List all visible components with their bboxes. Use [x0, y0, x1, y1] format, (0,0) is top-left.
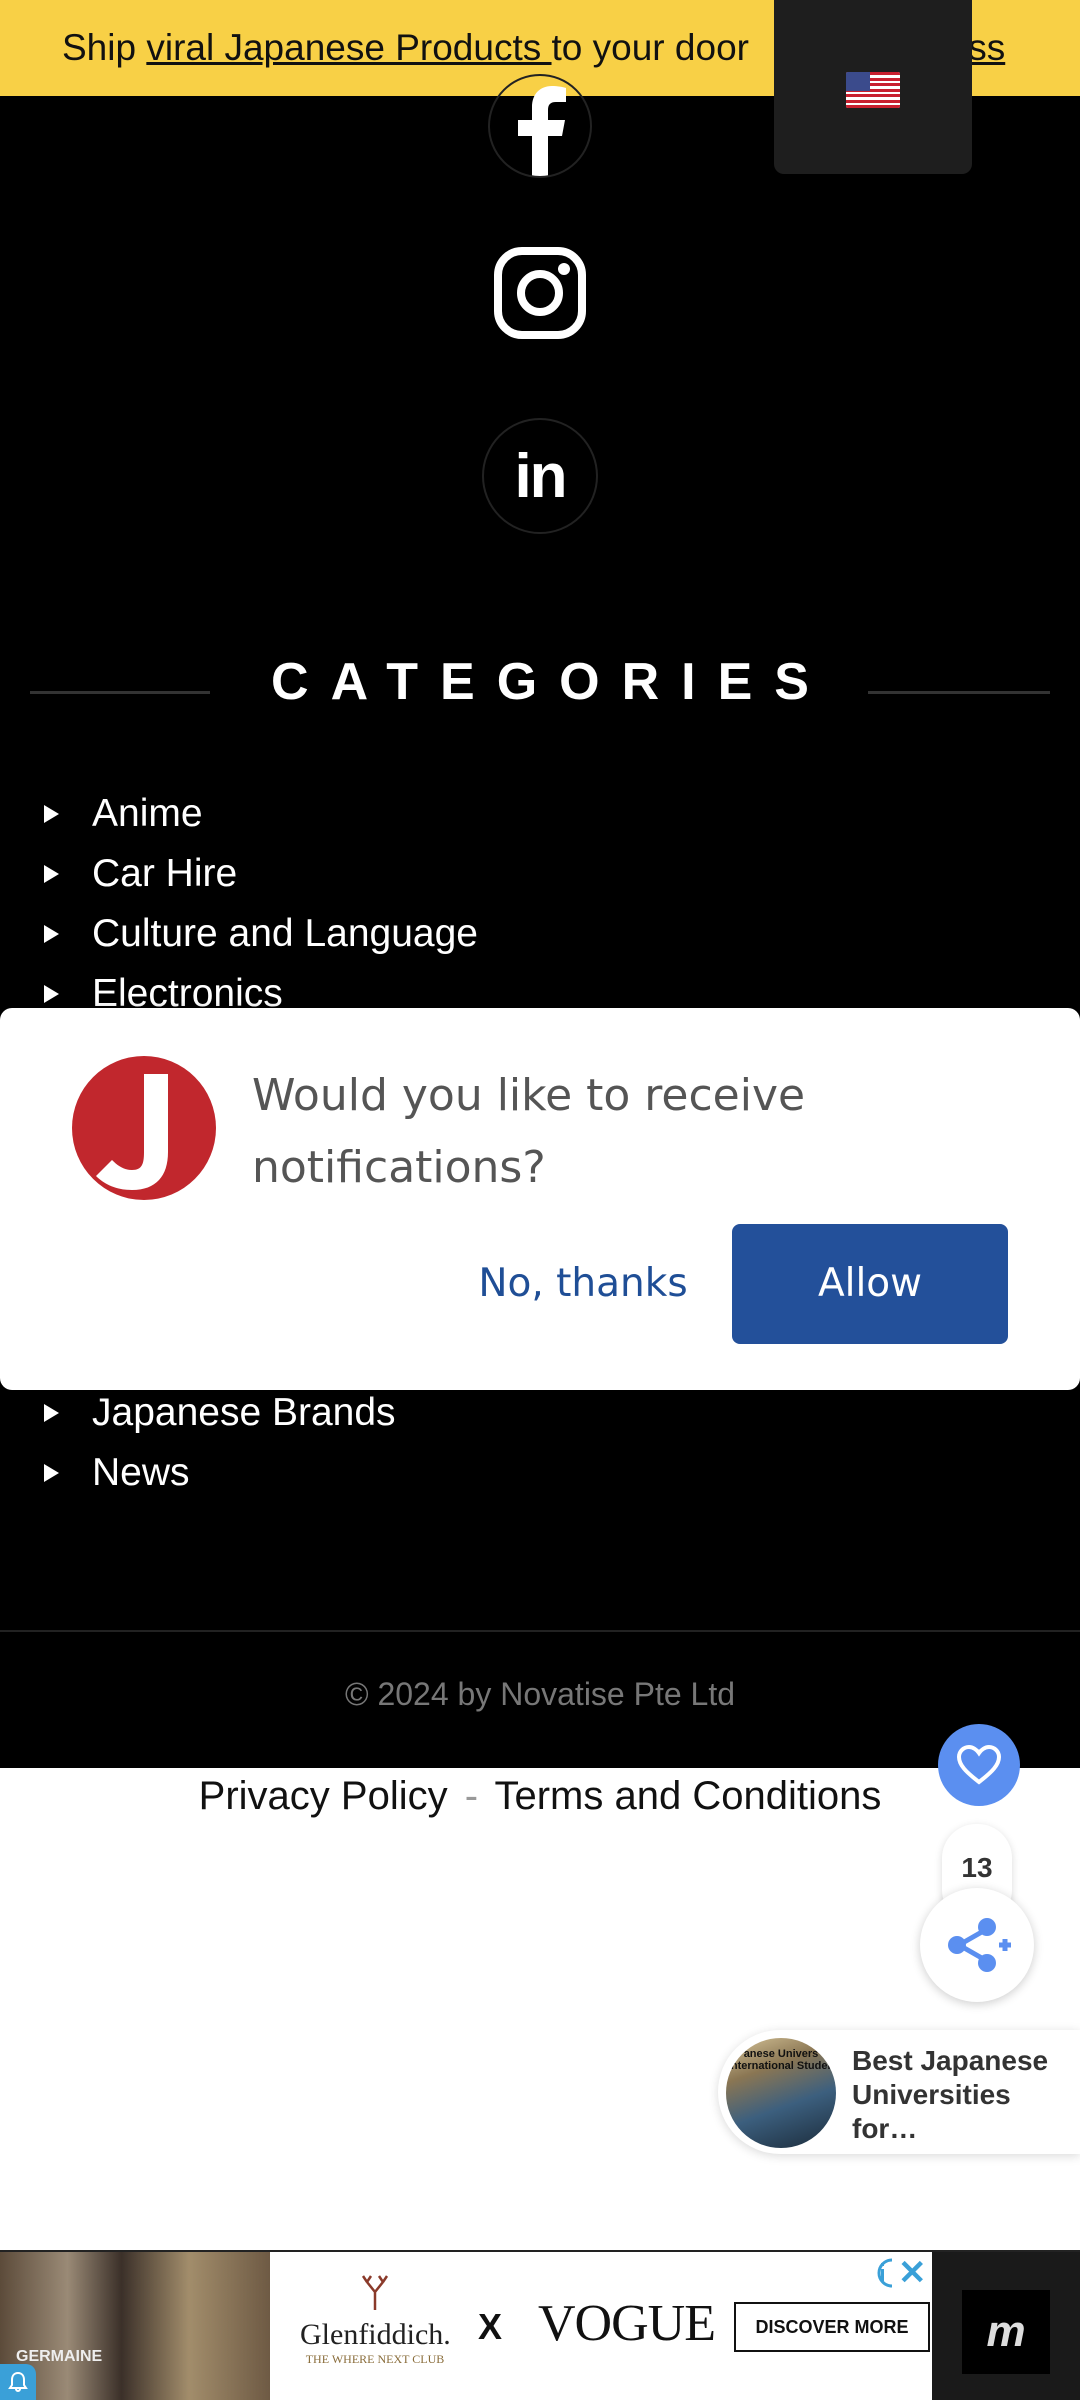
allow-button[interactable]: Allow [732, 1224, 1008, 1344]
category-list-continued: Japanese Brands News [42, 1383, 396, 1503]
triangle-bullet-icon [44, 865, 59, 883]
notification-message: Would you like to receive notifications? [252, 1070, 806, 1193]
category-item[interactable]: News [42, 1443, 396, 1503]
category-label: News [92, 1451, 190, 1494]
category-label: Car Hire [92, 852, 238, 895]
triangle-bullet-icon [44, 805, 59, 823]
terms-link[interactable]: Terms and Conditions [494, 1774, 881, 1818]
share-count: 13 [961, 1852, 993, 1883]
ad-info-icon[interactable] [866, 2258, 894, 2293]
linkedin-label: in [514, 441, 567, 511]
ad-close-icon[interactable]: ✕ [898, 2256, 927, 2290]
footer-white-area [0, 1768, 1080, 2250]
no-thanks-button[interactable]: No, thanks [470, 1224, 696, 1344]
ad-brand1-name: Glenfiddich. [300, 2318, 451, 2351]
announcement-prefix: Ship [62, 27, 147, 68]
article-thumbnail: anese Univers International Studen [726, 2038, 836, 2148]
copyright-text: © 2024 by Novatise Pte Ltd [344, 1676, 736, 1712]
categories-heading: CATEGORIES [271, 653, 831, 711]
ad-collab-x: X [478, 2306, 503, 2347]
announcement-middle: to your door [551, 27, 749, 68]
facebook-icon[interactable] [488, 74, 592, 178]
category-item[interactable]: Japanese Brands [42, 1383, 396, 1443]
triangle-bullet-icon [44, 1464, 59, 1482]
related-article-title: Best Japanese Universities for… [852, 2045, 1049, 2144]
category-item[interactable]: Culture and Language [42, 904, 478, 964]
ad-brand1-sub: THE WHERE NEXT CLUB [305, 2352, 445, 2366]
stag-logo-icon [361, 2275, 389, 2310]
privacy-policy-link[interactable]: Privacy Policy [199, 1774, 448, 1818]
share-icon [948, 1918, 1011, 1972]
site-logo-icon [72, 1056, 216, 1200]
triangle-bullet-icon [44, 925, 59, 943]
triangle-bullet-icon [44, 1404, 59, 1422]
category-label: Culture and Language [92, 912, 478, 955]
category-list: Anime Car Hire Culture and Language Elec… [42, 784, 478, 1024]
notification-prompt: Would you like to receive notifications?… [0, 1008, 1080, 1390]
category-item[interactable]: Anime [42, 784, 478, 844]
share-button[interactable] [920, 1888, 1034, 2002]
social-links: in [0, 74, 1080, 576]
ad-banner[interactable]: GERMAINE Glenfiddich. THE WHERE NEXT CLU… [0, 2250, 1080, 2400]
linkedin-icon[interactable]: in [482, 418, 598, 534]
ad-photo: GERMAINE [0, 2252, 270, 2400]
footer-links: Privacy Policy - Terms and Conditions [0, 1774, 1080, 1819]
favorite-button[interactable] [938, 1724, 1020, 1806]
triangle-bullet-icon [44, 985, 59, 1003]
instagram-icon[interactable] [493, 246, 587, 340]
ad-brand-vogue: VOGUE [538, 2295, 716, 2352]
footer-divider [0, 1630, 1080, 1632]
heart-icon [956, 1744, 1002, 1785]
announcement-link[interactable]: viral Japanese Products [146, 27, 551, 68]
categories-divider-right [868, 691, 1050, 694]
discover-more-button[interactable]: DISCOVER MORE [734, 2302, 930, 2352]
notification-bell-icon[interactable] [0, 2364, 36, 2400]
ad-publisher-logo[interactable]: m [962, 2290, 1050, 2374]
footer-separator: - [464, 1774, 479, 1818]
category-label: Anime [92, 792, 203, 835]
category-label: Japanese Brands [92, 1391, 396, 1434]
ad-photo-caption: GERMAINE [16, 2348, 103, 2365]
category-item[interactable]: Car Hire [42, 844, 478, 904]
related-article-card[interactable]: anese Univers International Studen Best … [718, 2030, 1080, 2154]
thumbnail-caption: anese Univers International Studen [727, 2048, 835, 2072]
ad-brand-glenfiddich: Glenfiddich. THE WHERE NEXT CLUB [300, 2274, 451, 2367]
